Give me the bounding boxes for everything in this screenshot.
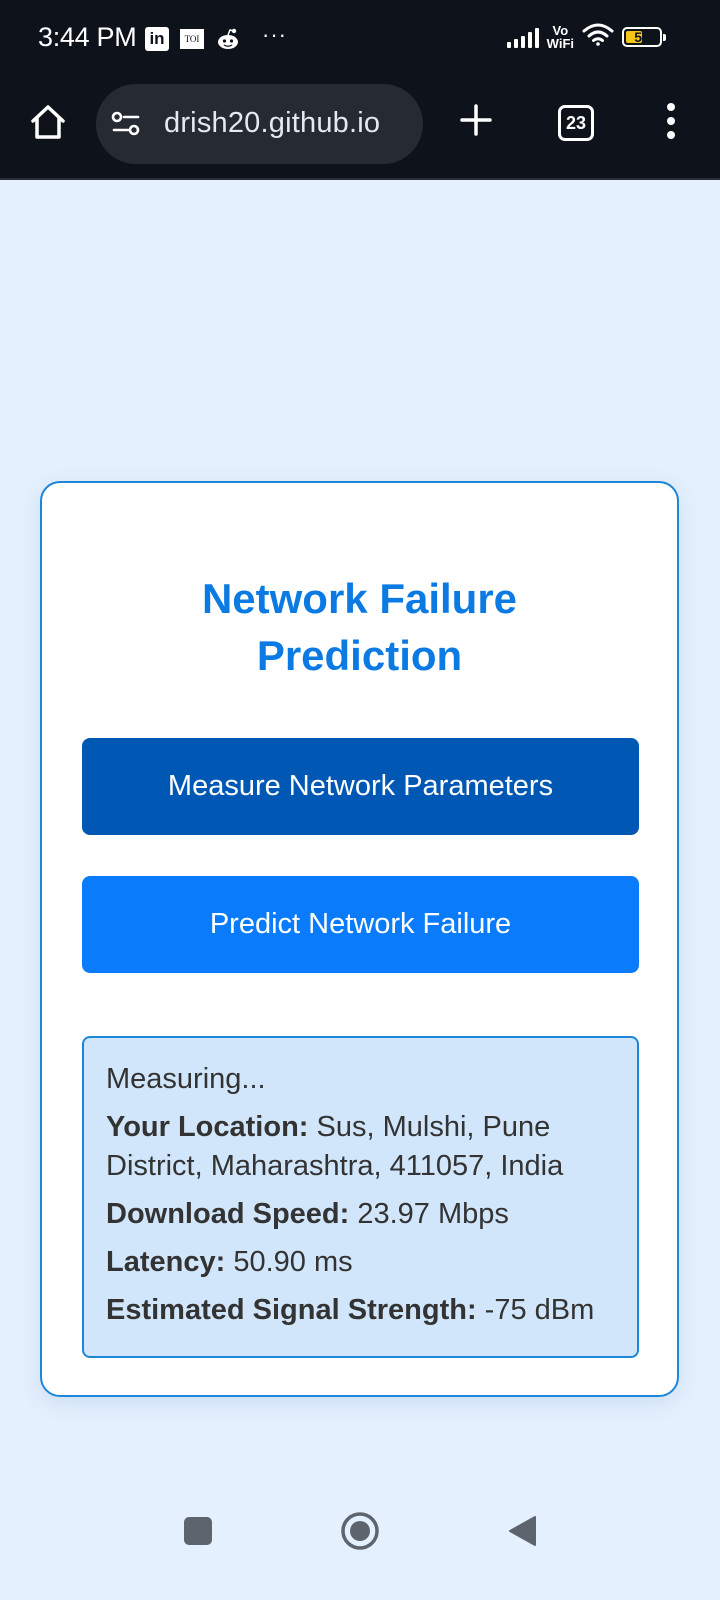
more-notifications-icon: ··· <box>262 22 287 47</box>
nav-home-button[interactable] <box>340 1511 380 1551</box>
more-vertical-icon <box>667 103 675 139</box>
download-speed-value: 23.97 Mbps <box>357 1198 509 1230</box>
latency-label: Latency: <box>106 1246 226 1278</box>
toi-icon: TOI <box>180 29 204 49</box>
linkedin-icon: in <box>145 27 169 51</box>
plus-icon <box>460 104 492 136</box>
status-bar: 3:44 PM in TOI ··· Vo WiFi 51 <box>0 0 720 78</box>
signal-strength-value: -75 dBm <box>484 1294 595 1326</box>
browser-toolbar: drish20.github.io 23 <box>0 78 720 180</box>
circle-home-icon <box>341 1512 379 1550</box>
status-time: 3:44 PM <box>38 22 137 52</box>
battery-level: 51 <box>634 28 650 45</box>
reddit-icon <box>215 26 241 52</box>
wifi-icon <box>582 22 614 51</box>
latency-value: 50.90 ms <box>233 1246 353 1278</box>
results-panel: Measuring... Your Location: Sus, Mulshi,… <box>82 1036 639 1358</box>
signal-strength-row: Estimated Signal Strength: -75 dBm <box>106 1291 617 1330</box>
measure-network-button[interactable]: Measure Network Parameters <box>82 738 639 835</box>
signal-strength-label: Estimated Signal Strength: <box>106 1294 477 1326</box>
latency-row: Latency: 50.90 ms <box>106 1243 617 1282</box>
prediction-card: Network Failure Prediction Measure Netwo… <box>40 481 679 1397</box>
browser-menu-button[interactable] <box>656 100 686 142</box>
home-button[interactable] <box>28 102 68 142</box>
location-row: Your Location: Sus, Mulshi, Pune Distric… <box>106 1108 617 1186</box>
system-navigation-bar <box>0 1500 720 1600</box>
measurement-status: Measuring... <box>106 1063 266 1095</box>
cellular-signal-icon <box>506 26 539 48</box>
predict-failure-button[interactable]: Predict Network Failure <box>82 876 639 973</box>
notification-icons: in TOI ··· <box>145 22 287 52</box>
page-title: Network Failure Prediction <box>201 575 518 679</box>
site-settings-icon[interactable] <box>110 108 142 140</box>
download-speed-label: Download Speed: <box>106 1198 350 1230</box>
back-button[interactable] <box>506 1514 538 1548</box>
url-text[interactable]: drish20.github.io <box>164 107 380 140</box>
system-status-icons: Vo WiFi 51 <box>506 22 666 51</box>
location-label: Your Location: <box>106 1111 309 1143</box>
recent-apps-button[interactable] <box>184 1517 212 1545</box>
address-bar[interactable]: drish20.github.io <box>96 84 423 164</box>
battery-icon: 51 <box>622 26 666 47</box>
tab-switcher-button[interactable]: 23 <box>558 105 594 141</box>
download-speed-row: Download Speed: 23.97 Mbps <box>106 1195 617 1234</box>
vowifi-label: Vo WiFi <box>546 22 574 51</box>
new-tab-button[interactable] <box>456 100 496 140</box>
home-icon <box>31 105 65 139</box>
back-triangle-icon <box>509 1516 536 1546</box>
